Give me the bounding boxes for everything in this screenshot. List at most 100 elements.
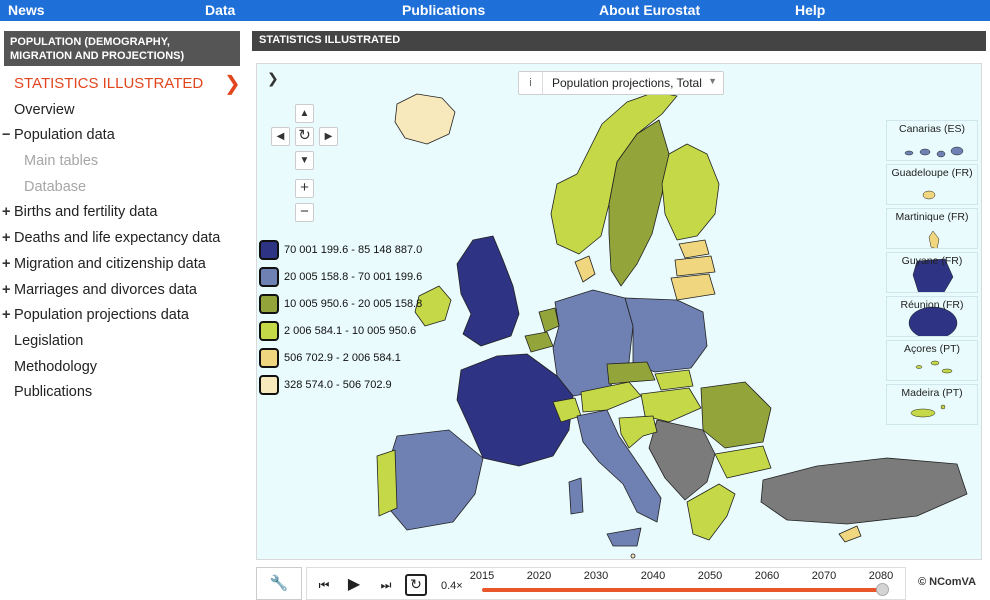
inset-acores[interactable]: Açores (PT) — [886, 340, 978, 381]
sidebar-item-database[interactable]: Database — [0, 175, 244, 201]
credit-label: © NComVA — [918, 576, 977, 588]
sidebar-item-label: Main tables — [24, 153, 99, 170]
legend-item[interactable]: 10 005 950.6 - 20 005 158.8 — [257, 294, 447, 321]
inset-canarias[interactable]: Canarias (ES) — [886, 120, 978, 161]
year-tick-label: 2070 — [811, 570, 837, 582]
sidebar-item-population-data[interactable]: − Population data — [0, 123, 244, 149]
pan-left-button[interactable]: ◀ — [271, 127, 290, 146]
inset-label: Açores (PT) — [903, 343, 960, 355]
pan-right-button[interactable]: ▶ — [319, 127, 338, 146]
year-tick-label: 2040 — [640, 570, 666, 582]
sidebar-item-overview[interactable]: Overview — [0, 98, 244, 124]
loop-icon[interactable]: ↻ — [405, 574, 427, 596]
region-sicily — [606, 527, 642, 547]
sidebar-item-births-fertility[interactable]: + Births and fertility data — [0, 200, 244, 226]
inset-guadeloupe[interactable]: Guadeloupe (FR) — [886, 164, 978, 205]
map-viewport[interactable]: ❯ i Population projections, Total ▼ ▲ ◀ … — [256, 63, 982, 560]
expand-icon[interactable]: + — [2, 278, 10, 302]
sidebar-item-main-tables[interactable]: Main tables — [0, 149, 244, 175]
sidebar-item-label: Legislation — [14, 332, 84, 349]
sidebar-item-label: Deaths and life expectancy data — [14, 230, 221, 247]
year-tick-label: 2015 — [469, 570, 495, 582]
play-icon[interactable]: ▶ — [343, 574, 365, 596]
nav-data[interactable]: Data — [205, 2, 235, 18]
sidebar-item-label: Migration and citizenship data — [14, 255, 206, 272]
year-tick-label: 2080 — [868, 570, 894, 582]
expand-icon[interactable]: + — [2, 200, 10, 224]
legend-label: 70 001 199.6 - 85 148 887.0 — [284, 244, 423, 256]
inset-label: Guadeloupe (FR) — [891, 167, 973, 179]
collapse-icon[interactable]: − — [2, 123, 10, 147]
sidebar-item-methodology[interactable]: Methodology — [0, 355, 244, 381]
region-france — [456, 353, 574, 467]
region-slovakia — [654, 369, 694, 391]
nav-publications[interactable]: Publications — [402, 2, 485, 18]
inset-reunion[interactable]: Réunion (FR) — [886, 296, 978, 337]
legend-item[interactable]: 70 001 199.6 - 85 148 887.0 — [257, 240, 447, 267]
region-romania — [700, 381, 772, 449]
sidebar-item-label: Overview — [14, 101, 75, 118]
region-sardinia — [568, 477, 584, 515]
sidebar-item-legislation[interactable]: Legislation — [0, 329, 244, 355]
sidebar-menu: STATISTICS ILLUSTRATED ❯ Overview − Popul… — [0, 72, 244, 406]
sidebar-item-population-projections[interactable]: + Population projections data — [0, 303, 244, 329]
nav-about-eurostat[interactable]: About Eurostat — [599, 2, 700, 18]
legend-swatch — [259, 348, 279, 368]
nav-help[interactable]: Help — [795, 2, 825, 18]
legend-item[interactable]: 2 006 584.1 - 10 005 950.6 — [257, 321, 447, 348]
sidebar-item-label: Publications — [14, 384, 93, 401]
expand-icon[interactable]: + — [2, 226, 10, 250]
inset-guyane[interactable]: Guyane (FR) — [886, 252, 978, 293]
info-icon[interactable]: i — [519, 72, 543, 94]
region-iceland — [394, 93, 456, 145]
top-navigation: News Data Publications About Eurostat He… — [0, 0, 990, 21]
inset-label: Martinique (FR) — [895, 211, 969, 223]
pan-up-button[interactable]: ▲ — [295, 104, 314, 123]
region-czechia — [606, 361, 656, 385]
zoom-in-button[interactable]: + — [295, 179, 314, 198]
indicator-select-value: Population projections, Total — [552, 76, 702, 90]
expand-icon[interactable]: + — [2, 252, 10, 276]
time-slider-handle[interactable] — [876, 583, 889, 596]
indicator-select[interactable]: i Population projections, Total ▼ — [518, 71, 724, 95]
sidebar-item-label: Population data — [14, 127, 115, 144]
inset-martinique[interactable]: Martinique (FR) — [886, 208, 978, 249]
legend-item[interactable]: 20 005 158.8 - 70 001 199.6 — [257, 267, 447, 294]
skip-first-icon[interactable]: ⏮ — [313, 574, 335, 596]
expand-icon[interactable]: + — [2, 303, 10, 327]
map-legend: 70 001 199.6 - 85 148 887.0 20 005 158.8… — [257, 240, 447, 402]
sidebar-item-marriages-divorces[interactable]: + Marriages and divorces data — [0, 278, 244, 304]
inset-madeira[interactable]: Madeira (PT) — [886, 384, 978, 425]
reset-view-button[interactable]: ↻ — [295, 127, 314, 146]
sidebar-item-label: Births and fertility data — [14, 204, 158, 221]
sidebar-item-publications[interactable]: Publications — [0, 380, 244, 406]
legend-item[interactable]: 328 574.0 - 506 702.9 — [257, 375, 447, 402]
year-tick-label: 2060 — [754, 570, 780, 582]
playback-speed[interactable]: 0.4× — [441, 580, 463, 592]
nav-news[interactable]: News — [8, 2, 45, 18]
sidebar-item-migration-citizenship[interactable]: + Migration and citizenship data — [0, 252, 244, 278]
panel-title: STATISTICS ILLUSTRATED — [252, 31, 986, 51]
settings-wrench-button[interactable]: 🔧 — [256, 567, 302, 600]
legend-swatch — [259, 267, 279, 287]
sidebar-item-deaths-life-expectancy[interactable]: + Deaths and life expectancy data — [0, 226, 244, 252]
region-netherlands — [538, 307, 560, 333]
panel-expand-icon[interactable]: ❯ — [267, 70, 279, 87]
region-spain — [384, 429, 484, 531]
inset-label: Réunion (FR) — [900, 299, 964, 311]
legend-swatch — [259, 240, 279, 260]
year-tick-label: 2020 — [526, 570, 552, 582]
sidebar-item-label: Database — [24, 178, 87, 195]
pan-down-button[interactable]: ▼ — [295, 151, 314, 170]
region-bulgaria — [714, 445, 772, 479]
zoom-out-button[interactable]: − — [295, 203, 314, 222]
sidebar-item-label: Population projections data — [14, 307, 189, 324]
year-tick-label: 2030 — [583, 570, 609, 582]
legend-label: 20 005 158.8 - 70 001 199.6 — [284, 271, 423, 283]
sidebar-item-statistics-illustrated[interactable]: STATISTICS ILLUSTRATED ❯ — [0, 72, 244, 98]
legend-item[interactable]: 506 702.9 - 2 006 584.1 — [257, 348, 447, 375]
legend-swatch — [259, 375, 279, 395]
sidebar-item-label: Methodology — [14, 358, 98, 375]
time-slider-track[interactable] — [482, 588, 887, 592]
skip-last-icon[interactable]: ⏭ — [375, 574, 397, 596]
